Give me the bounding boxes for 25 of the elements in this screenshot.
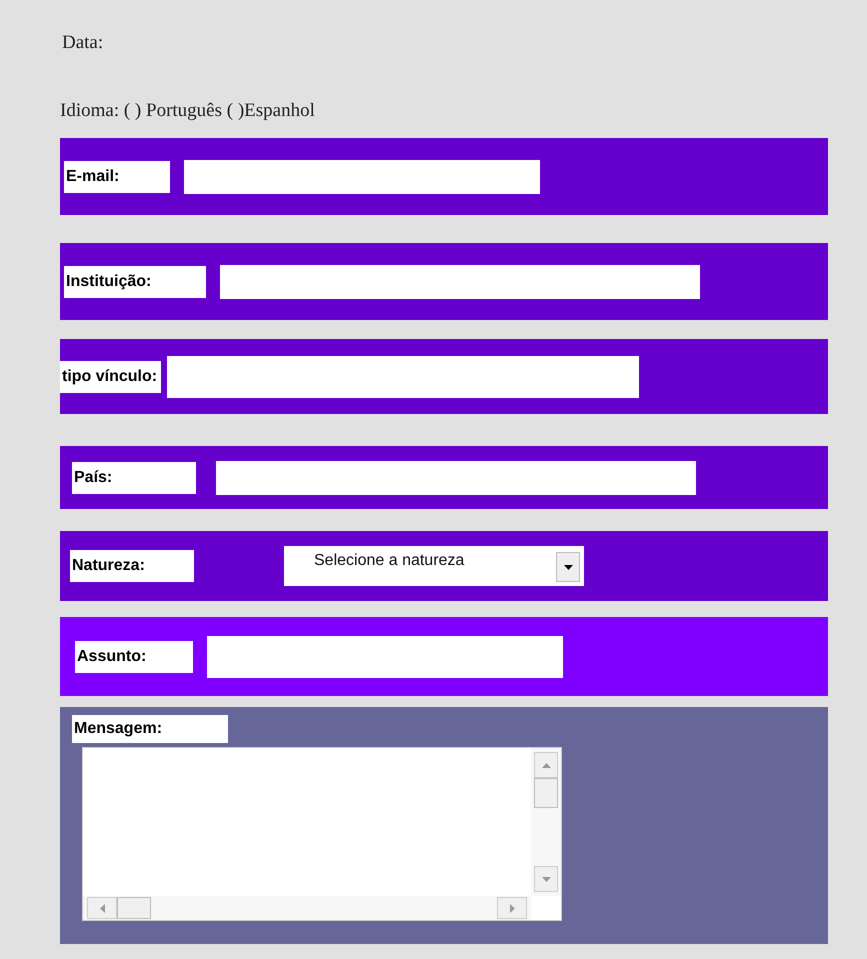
field-label: Assunto: [75,640,193,672]
input-field[interactable] [220,264,700,298]
field-label: tipo vínculo: [60,360,162,392]
field-label: País: [72,462,196,494]
date-label: Data: [62,32,104,55]
language-line: Idioma: ( ) Português ( )Espanhol [60,100,316,123]
input-field[interactable] [207,636,563,678]
scroll-down-icon[interactable] [534,866,558,892]
dropdown[interactable]: Selecione a natureza [284,546,584,586]
vertical-scrollbar[interactable] [531,748,561,896]
scroll-thumb[interactable] [117,897,151,919]
field-label: Natureza: [70,550,194,582]
message-box[interactable] [82,747,562,921]
field-label: E-mail: [64,160,170,192]
input-field[interactable] [184,160,540,194]
scroll-up-icon[interactable] [534,752,558,778]
scroll-right-icon[interactable] [497,897,527,919]
scroll-left-icon[interactable] [87,897,117,919]
input-field[interactable] [216,460,696,494]
field-label: Mensagem: [72,715,228,743]
scroll-thumb[interactable] [534,778,558,808]
horizontal-scrollbar[interactable] [83,896,531,920]
field-label: Instituição: [64,266,206,298]
caret-icon[interactable] [556,552,580,582]
input-field[interactable] [167,356,640,398]
